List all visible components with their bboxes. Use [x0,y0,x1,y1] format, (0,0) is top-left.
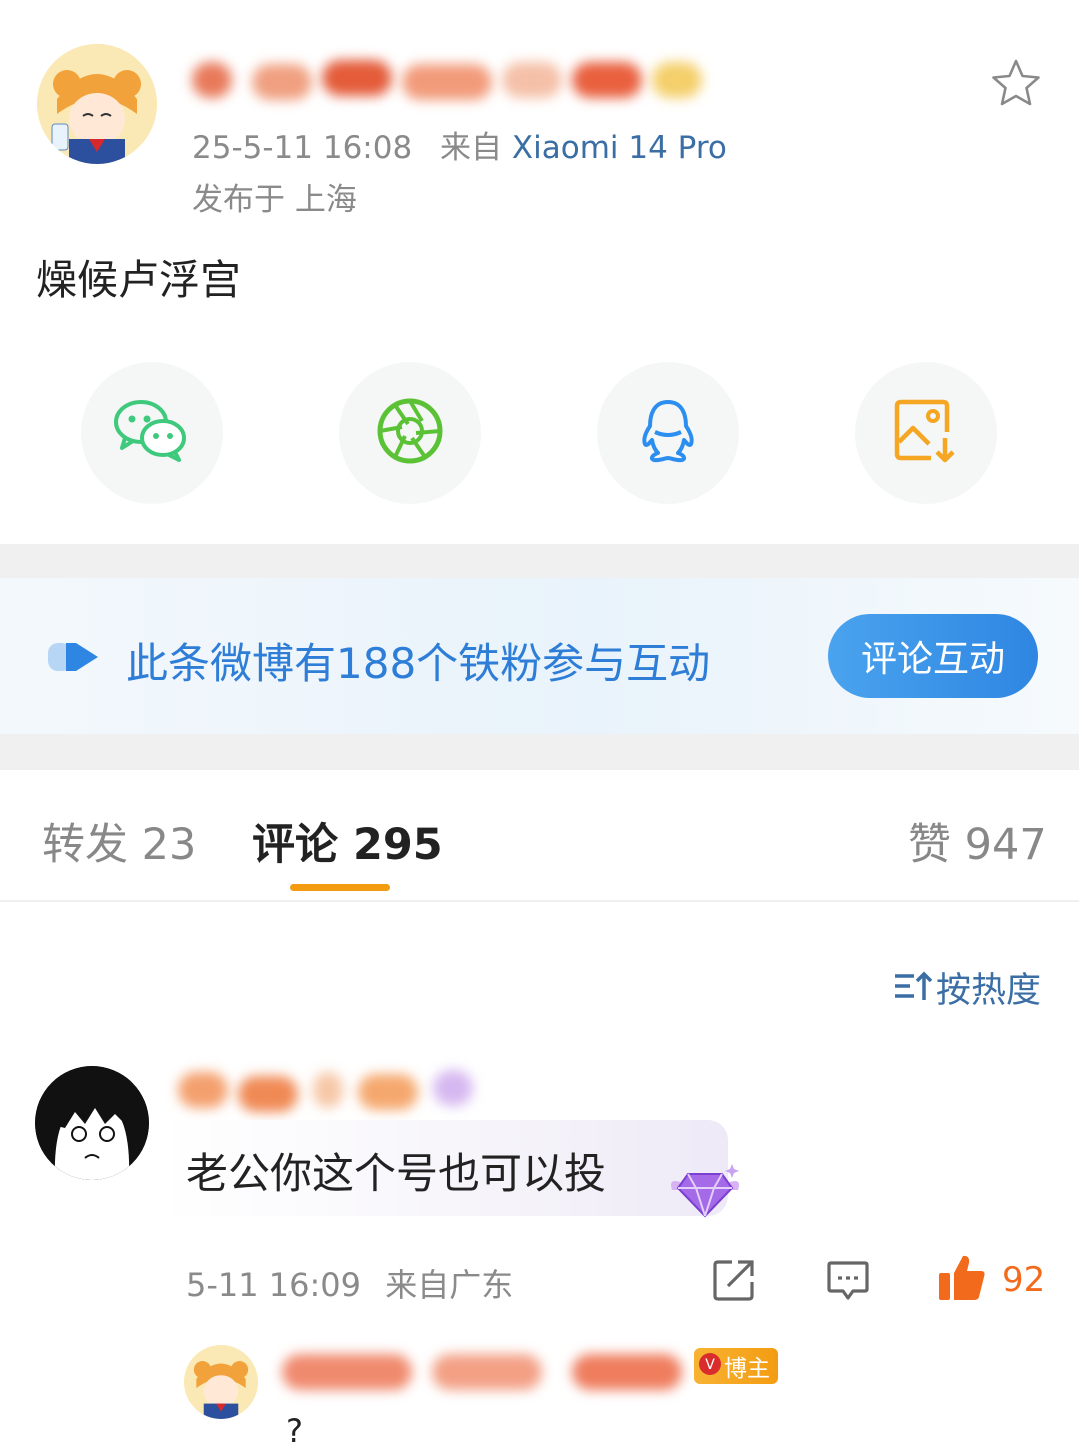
svg-text:V: V [705,1357,715,1373]
share-comment-icon[interactable] [712,1258,756,1306]
share-wechat-button[interactable] [81,362,223,504]
sort-icon [892,968,933,1008]
like-count: 92 [1002,1260,1046,1300]
reply-author-name-blurred[interactable] [282,1350,692,1390]
post-content: 燥候卢浮宫 [36,256,241,304]
wechat-icon [113,398,191,468]
share-qq-button[interactable] [597,362,739,504]
thumbs-up-icon [936,1252,988,1308]
banner-arrow-icon [46,639,100,679]
share-moments-button[interactable] [339,362,481,504]
favorite-star-icon[interactable] [990,58,1042,112]
moments-icon [375,396,445,470]
author-avatar[interactable] [37,44,157,164]
tab-comment[interactable]: 评论 295 [252,810,443,872]
like-comment-button[interactable]: 92 [936,1252,1045,1308]
qq-icon [637,398,699,468]
comment-location: 来自广东 [385,1266,514,1304]
post-meta-line: 25-5-11 16:08 来自 Xiaomi 14 Pro [192,122,727,167]
post-device[interactable]: Xiaomi 14 Pro [512,130,727,166]
tab-divider [0,900,1079,902]
reply-text: ? [286,1412,303,1450]
section-divider [0,734,1079,770]
blogger-badge-label: 博主 [724,1356,770,1382]
sort-label: 按热度 [936,971,1042,1011]
post-from-label: 来自 [440,130,503,166]
comment-text: 老公你这个号也可以投 [186,1149,607,1198]
blogger-badge-icon: V [696,1350,724,1388]
save-image-button[interactable] [855,362,997,504]
save-image-icon [893,398,959,468]
post-location: 发布于 上海 [192,182,357,218]
post-time: 25-5-11 16:08 [192,130,413,166]
author-name-blurred[interactable] [192,56,712,100]
comment-time: 5-11 16:09 [186,1266,362,1304]
commenter-name-blurred[interactable] [178,1066,488,1116]
commenter-avatar[interactable] [35,1066,149,1180]
reply-author-avatar[interactable] [184,1345,258,1419]
tab-like[interactable]: 赞 947 [908,810,1047,872]
active-tab-indicator [290,884,390,891]
banner-text: 此条微博有188个铁粉参与互动 [126,639,711,688]
fan-diamond-badge-icon [666,1160,744,1226]
section-divider [0,544,1079,578]
comment-interact-button[interactable]: 评论互动 [828,614,1038,698]
tab-repost[interactable]: 转发 23 [42,810,196,872]
blogger-badge: V 博主 [694,1348,778,1384]
reply-comment-icon[interactable] [826,1258,870,1306]
comment-meta-line: 5-11 16:09 来自广东 [186,1260,513,1306]
sort-by-hot-button[interactable]: 按热度 [892,962,1041,1013]
